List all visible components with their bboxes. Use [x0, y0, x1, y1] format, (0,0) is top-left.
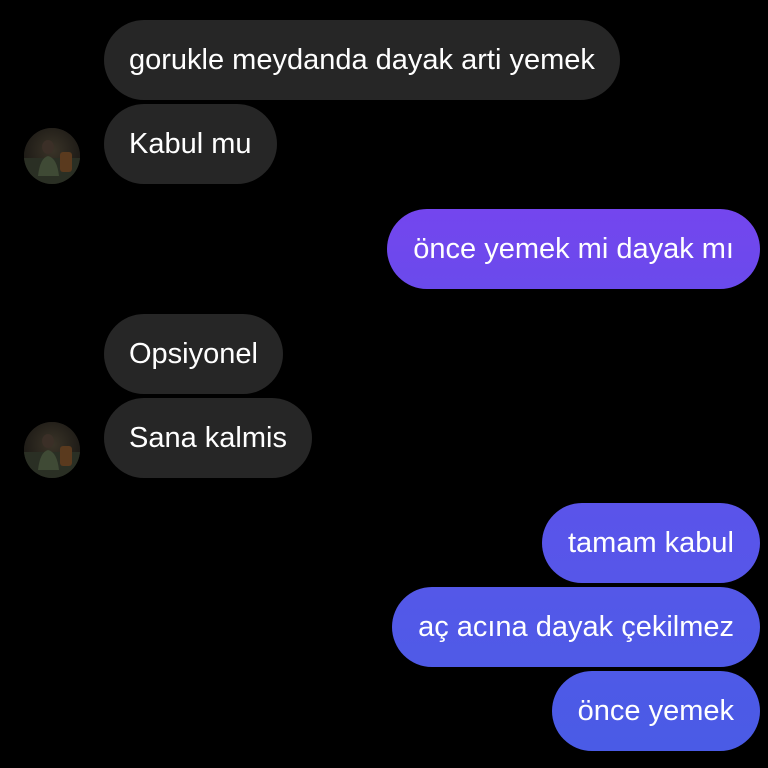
- message-text: önce yemek: [577, 695, 734, 727]
- avatar-photo-icon: [24, 128, 80, 184]
- contact-avatar[interactable]: [24, 422, 80, 478]
- outgoing-message-bubble[interactable]: aç acına dayak çekilmez: [392, 587, 760, 667]
- incoming-message-bubble[interactable]: Opsiyonel: [104, 314, 283, 394]
- chat-thread: gorukle meydanda dayak arti yemek Kabul …: [0, 0, 768, 768]
- message-text: önce yemek mi dayak mı: [413, 233, 734, 265]
- message-text: tamam kabul: [567, 527, 734, 559]
- message-text: Kabul mu: [129, 128, 252, 160]
- incoming-message-bubble[interactable]: Kabul mu: [104, 104, 277, 184]
- message-text: gorukle meydanda dayak arti yemek: [129, 44, 595, 76]
- avatar-photo-icon: [24, 422, 80, 478]
- incoming-message-bubble[interactable]: gorukle meydanda dayak arti yemek: [104, 20, 620, 100]
- message-text: Sana kalmis: [129, 422, 287, 454]
- incoming-message-bubble[interactable]: Sana kalmis: [104, 398, 312, 478]
- outgoing-message-bubble[interactable]: tamam kabul: [541, 503, 760, 583]
- message-text: Opsiyonel: [129, 338, 258, 370]
- outgoing-message-bubble[interactable]: önce yemek mi dayak mı: [387, 209, 760, 289]
- message-text: aç acına dayak çekilmez: [418, 611, 734, 643]
- outgoing-message-bubble[interactable]: önce yemek: [551, 671, 760, 751]
- contact-avatar[interactable]: [24, 128, 80, 184]
